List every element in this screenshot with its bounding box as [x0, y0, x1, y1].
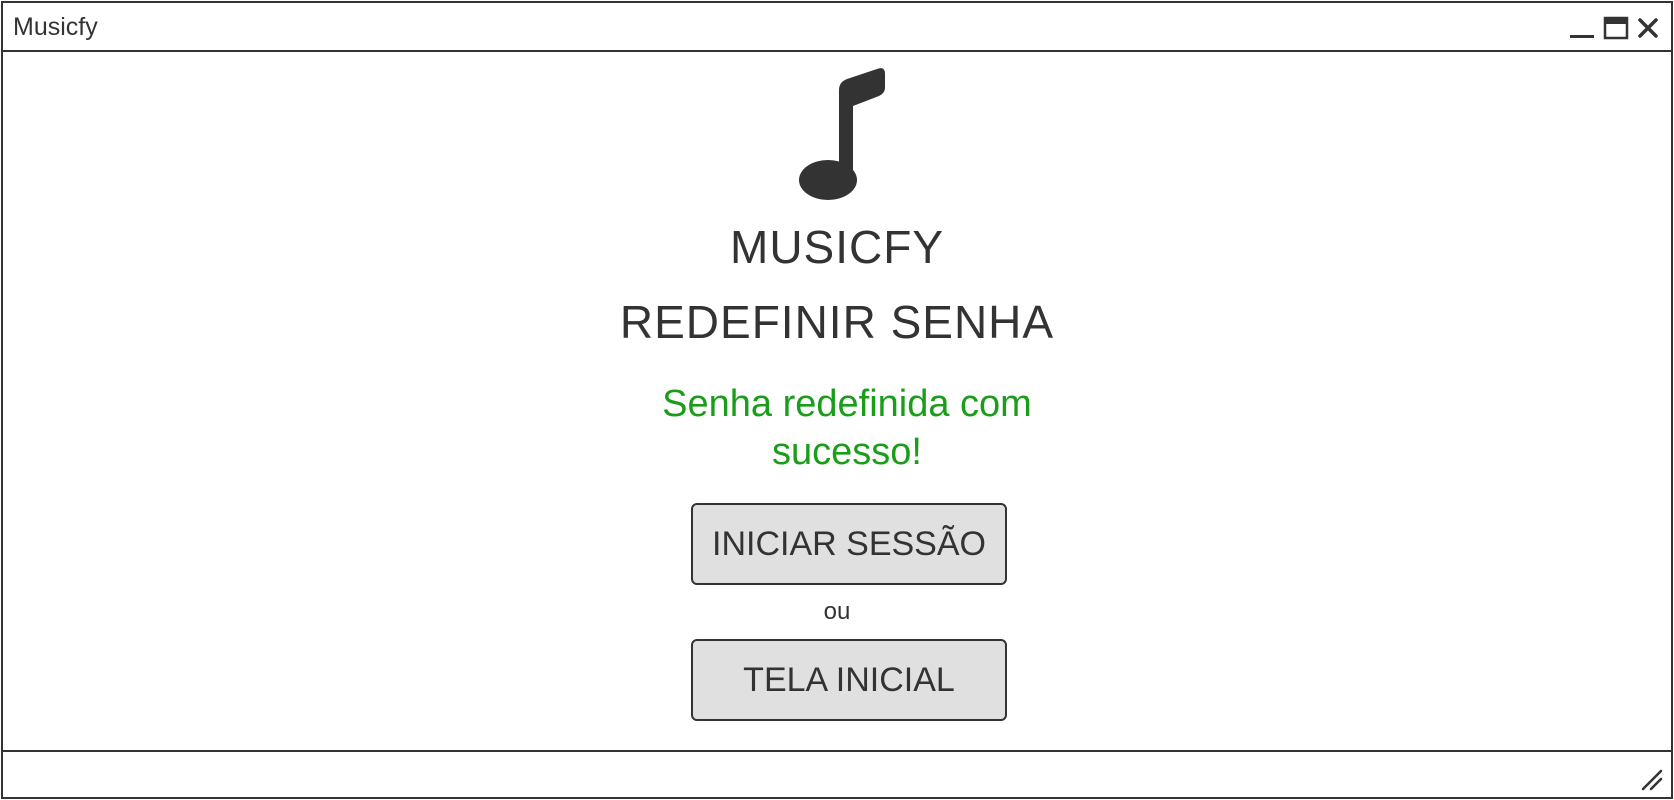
page-title: REDEFINIR SENHA — [619, 296, 1055, 348]
minimize-icon[interactable] — [1569, 15, 1595, 41]
login-button[interactable]: INICIAR SESSÃO — [691, 503, 1007, 585]
main-content: MUSICFY REDEFINIR SENHA Senha redefinida… — [3, 52, 1671, 752]
brand-name: MUSICFY — [730, 221, 944, 273]
app-window: Musicfy MUSICFY REDEFINIR SENHA Senha re… — [1, 1, 1673, 799]
success-message: Senha redefinida com sucesso! — [662, 383, 1032, 473]
separator-text: ou — [823, 598, 851, 625]
maximize-icon[interactable] — [1603, 15, 1629, 41]
home-button[interactable]: TELA INICIAL — [691, 639, 1007, 721]
window-controls — [1569, 15, 1659, 41]
title-bar: Musicfy — [3, 3, 1671, 52]
status-bar — [3, 750, 1671, 799]
window-title: Musicfy — [13, 13, 98, 41]
close-icon[interactable] — [1637, 17, 1659, 39]
music-note-icon — [795, 66, 891, 200]
resize-grip-icon[interactable] — [1639, 767, 1665, 793]
